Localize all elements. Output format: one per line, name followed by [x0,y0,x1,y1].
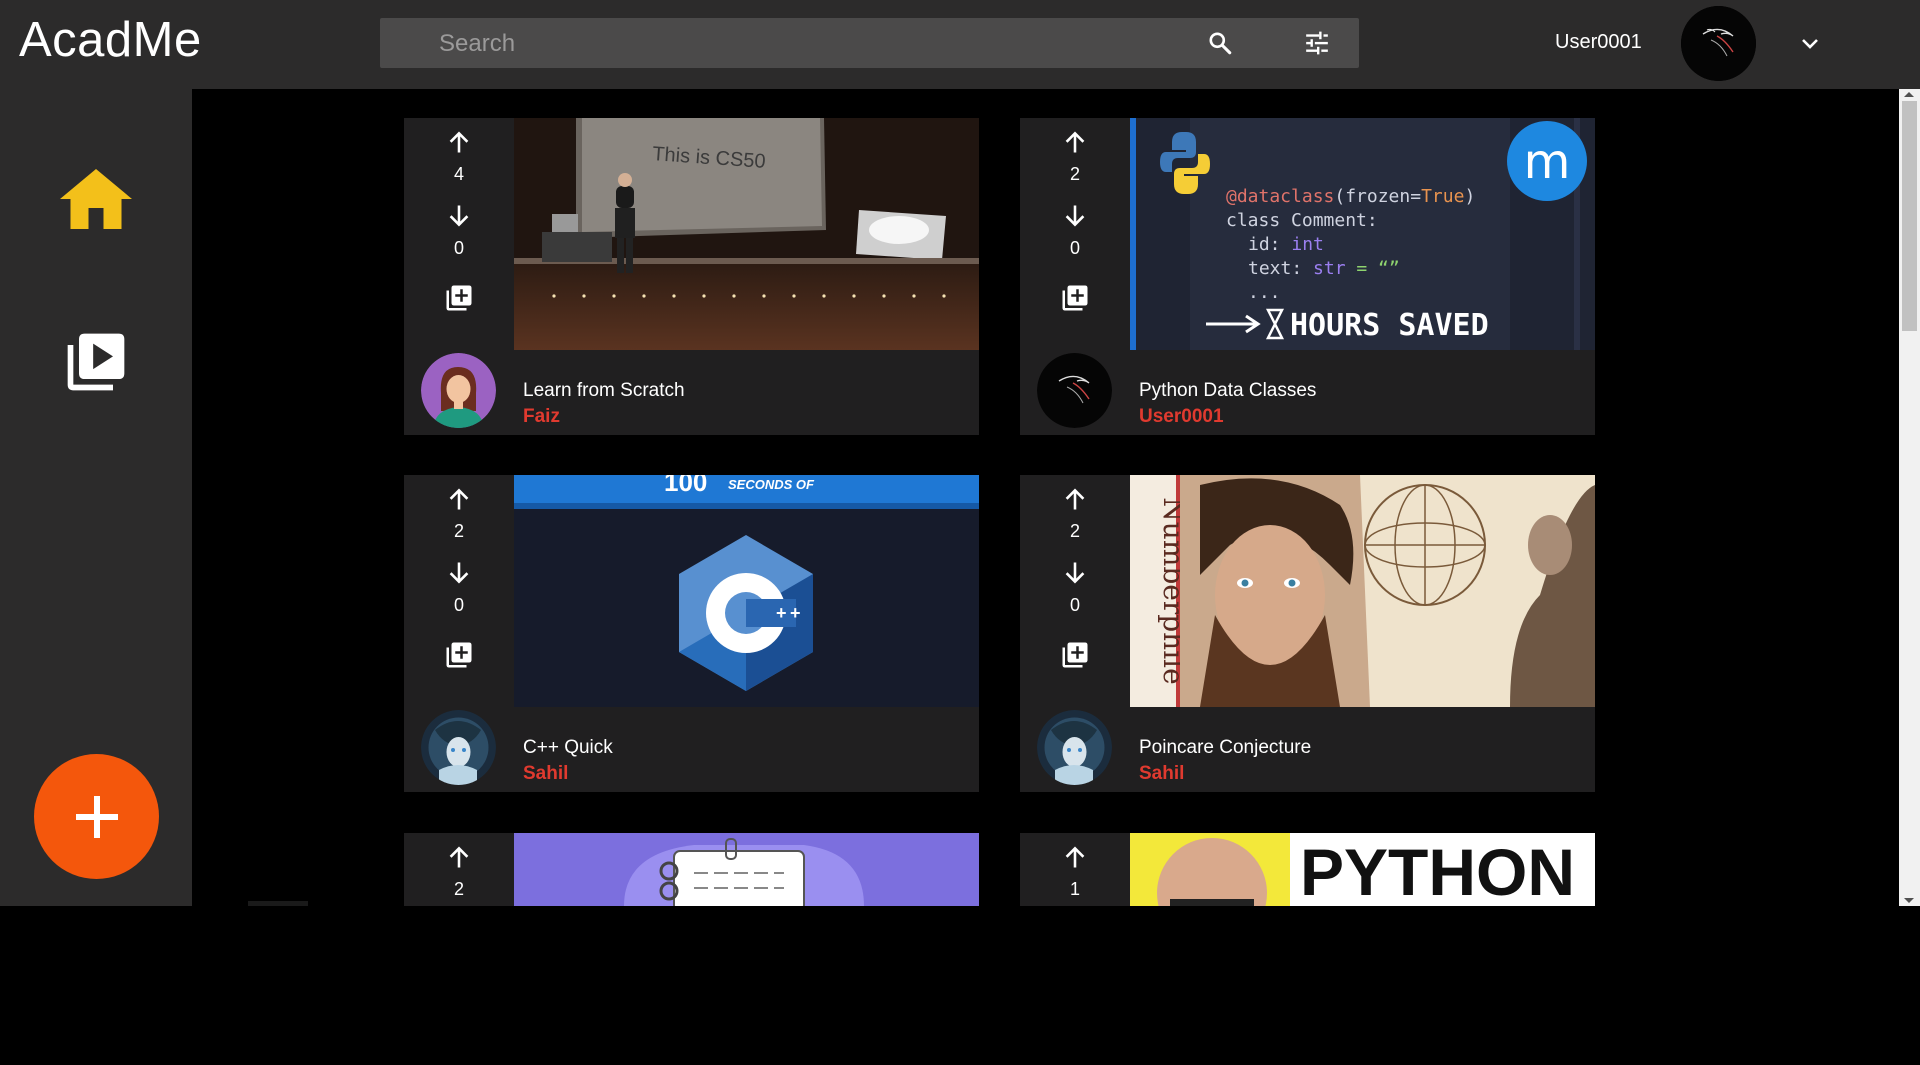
downvote-count: 0 [453,595,464,615]
vote-column: 2 0 [404,475,514,707]
add-to-library-icon[interactable] [444,640,474,670]
card-title[interactable]: Poincare Conjecture [1139,737,1311,759]
video-card[interactable]: 2 0 m @dataclass(frozen=True) class Comm… [1020,118,1595,435]
arrow-up-icon[interactable] [1061,128,1089,156]
video-library-icon[interactable] [58,324,134,400]
vote-column: 2 0 [1020,118,1130,350]
card-author[interactable]: Faiz [523,406,560,428]
filter-sliders-icon[interactable] [1297,23,1337,63]
author-avatar[interactable] [421,353,496,428]
sidebar [0,89,192,906]
downvote-count: 0 [453,238,464,258]
card-title[interactable]: C++ Quick [523,737,613,759]
add-to-library-icon[interactable] [1060,283,1090,313]
search-bar [380,18,1359,70]
scroll-down-arrow[interactable] [1904,898,1914,903]
scroll-thumb[interactable] [1902,101,1917,331]
svg-text:...: ... [1248,282,1281,303]
search-input[interactable] [437,18,1041,70]
thumbnail-text: PYTHON [1300,835,1575,906]
video-card[interactable]: 4 0 This is CS50 Learn from Scratch Faiz [404,118,979,435]
arrow-down-icon[interactable] [445,202,473,230]
svg-text:class Comment:: class Comment: [1226,210,1378,231]
search-icon[interactable] [1200,23,1240,63]
video-thumbnail[interactable]: This is CS50 [514,118,979,350]
svg-text:@dataclass(frozen=True): @dataclass(frozen=True) [1226,186,1475,207]
thumbnail-banner-text: SECONDS OF [728,477,815,492]
card-author[interactable]: Sahil [523,763,568,785]
upvote-count: 4 [453,164,464,184]
author-avatar[interactable] [1037,353,1112,428]
upvote-count: 2 [1069,164,1080,184]
video-thumbnail[interactable]: m @dataclass(frozen=True) class Comment:… [1130,118,1595,350]
arrow-down-icon[interactable] [1061,202,1089,230]
add-post-button[interactable] [34,754,159,879]
arrow-up-icon[interactable] [445,128,473,156]
downvote-count: 0 [1069,595,1080,615]
arrow-up-icon[interactable] [1061,485,1089,513]
chevron-down-icon[interactable] [1794,28,1826,60]
top-bar: AcadMe User0001 [0,0,1920,89]
app-logo[interactable]: AcadMe [19,12,202,68]
video-card[interactable]: 1 PYTHON [1020,833,1595,906]
svg-text:+: + [790,603,801,623]
vote-column: 2 0 [1020,475,1130,707]
arrow-up-icon[interactable] [445,843,473,871]
svg-text:+: + [776,603,787,623]
video-card[interactable]: 2 [404,833,979,906]
scroll-up-arrow[interactable] [1904,92,1914,97]
author-avatar[interactable] [1037,710,1112,785]
home-icon[interactable] [60,163,132,235]
username-label[interactable]: User0001 [1555,31,1642,54]
vote-column: 4 0 [404,118,514,350]
upvote-count: 1 [1069,879,1080,899]
arrow-up-icon[interactable] [1061,843,1089,871]
arrow-down-icon[interactable] [1061,559,1089,587]
video-thumbnail[interactable]: Numberphile [1130,475,1595,707]
author-avatar[interactable] [421,710,496,785]
user-avatar[interactable] [1681,6,1756,81]
add-to-library-icon[interactable] [444,283,474,313]
upvote-count: 2 [1069,521,1080,541]
card-author[interactable]: User0001 [1139,406,1224,428]
upvote-count: 2 [453,879,464,899]
video-card[interactable]: 2 0 100 SECONDS OF + + C++ Quick Sahil [404,475,979,792]
add-to-library-icon[interactable] [1060,640,1090,670]
arrow-down-icon[interactable] [445,559,473,587]
video-thumbnail[interactable]: PYTHON [1130,833,1595,906]
vertical-scrollbar[interactable] [1899,89,1920,906]
card-title[interactable]: Learn from Scratch [523,380,685,402]
svg-text:id: int: id: int [1248,234,1324,255]
video-thumbnail[interactable] [514,833,979,906]
arrow-up-icon[interactable] [445,485,473,513]
thumbnail-banner-number: 100 [664,475,707,497]
upvote-count: 2 [453,521,464,541]
plus-icon [75,795,118,838]
vote-column: 2 [404,833,514,1065]
thumbnail-banner: HOURS SAVED [1290,308,1489,343]
downvote-count: 0 [1069,238,1080,258]
thumbnail-badge: m [1524,134,1571,190]
vote-column: 1 [1020,833,1130,1065]
svg-text:text: str = “”: text: str = “” [1248,258,1400,279]
card-title[interactable]: Python Data Classes [1139,380,1316,402]
card-author[interactable]: Sahil [1139,763,1184,785]
video-thumbnail[interactable]: 100 SECONDS OF + + [514,475,979,707]
video-card[interactable]: 2 0 Numberphile Poincare Conjecture Sahi… [1020,475,1595,792]
horizontal-scrollbar[interactable] [248,901,308,906]
